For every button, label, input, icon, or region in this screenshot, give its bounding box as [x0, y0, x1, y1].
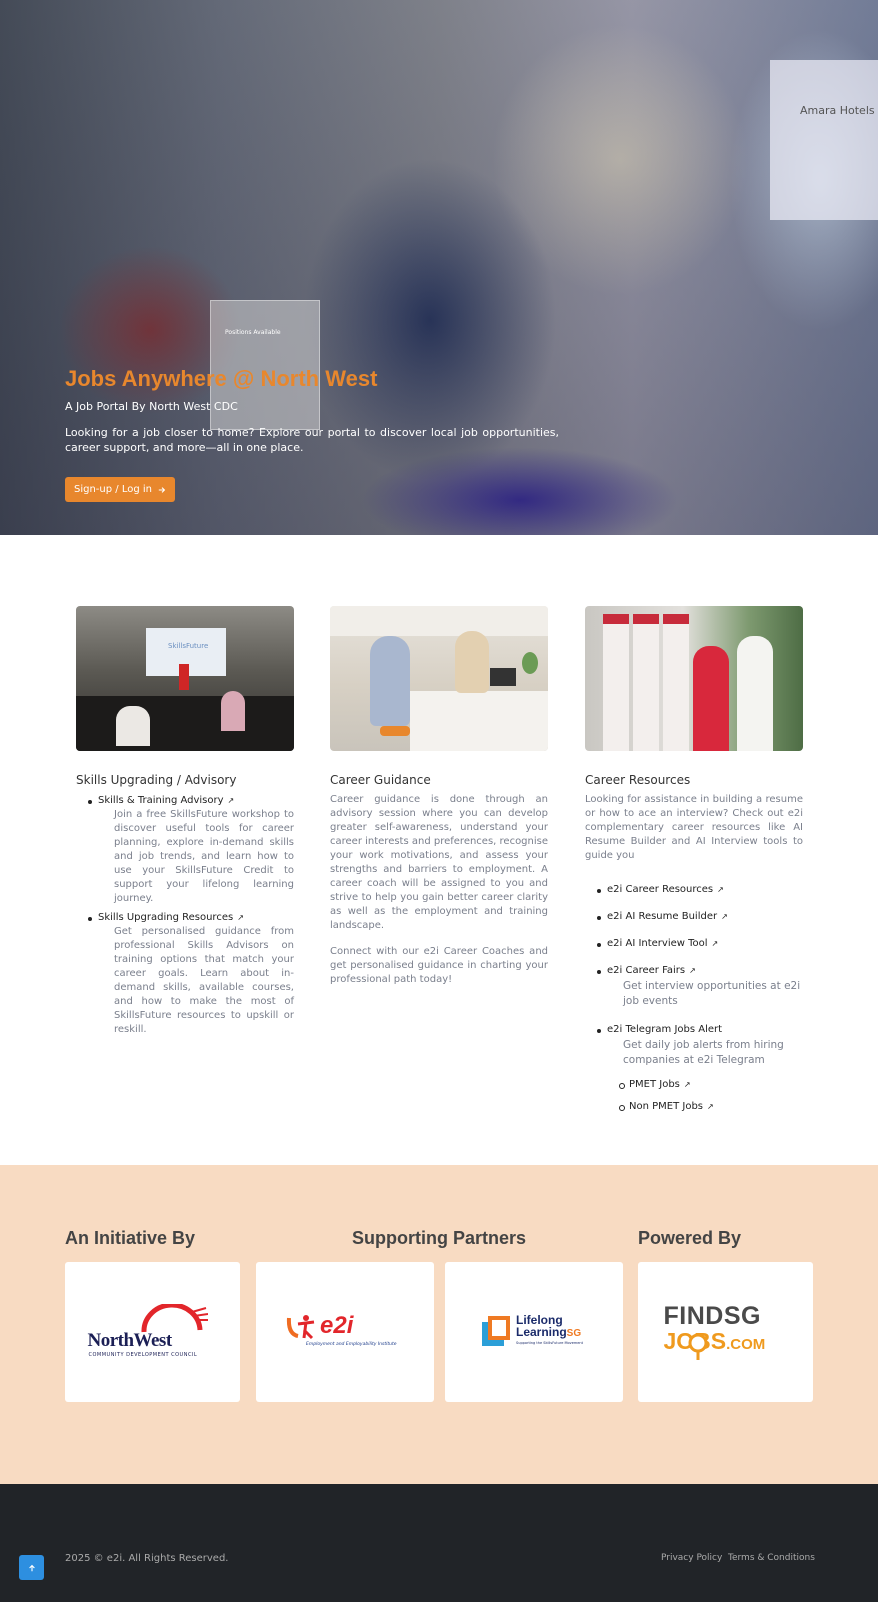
item-description: Get interview opportunities at e2i job e… — [623, 980, 801, 1007]
lifelong-sg: SG — [566, 1328, 582, 1339]
list-item: e2i Career Resources ↗ — [607, 877, 803, 896]
link-e2i-career-fairs[interactable]: e2i Career Fairs ↗ — [607, 965, 696, 976]
hero-subtitle: A Job Portal By North West CDC — [65, 400, 238, 413]
list-item: e2i Telegram Jobs Alert Get daily job al… — [607, 1017, 803, 1113]
e2i-logo-text: e2i — [320, 1312, 354, 1339]
hero-section: Amara Hotels & R Positions Available Job… — [0, 0, 878, 535]
link-label: e2i AI Interview Tool — [607, 938, 708, 949]
item-description: Get personalised guidance from professio… — [114, 926, 294, 1035]
powered-by-heading: Powered By — [638, 1228, 742, 1248]
external-link-icon: ↗ — [683, 1080, 691, 1089]
arrow-up-icon — [28, 1564, 35, 1571]
link-e2i-ai-interview-tool[interactable]: e2i AI Interview Tool ↗ — [607, 938, 718, 949]
link-label: PMET Jobs — [629, 1079, 680, 1090]
hero-description: Looking for a job closer to home? Explor… — [65, 426, 559, 454]
e2i-logo-art: e2i Employment and Employability Institu… — [286, 1312, 404, 1352]
hero-photo-banner-text: Amara Hotels & R — [800, 104, 878, 117]
lifelong-logo-text: Lifelong LearningSG — [516, 1314, 581, 1340]
magnifier-icon — [688, 1333, 707, 1360]
link-skills-upgrading-resources[interactable]: Skills Upgrading Resources ↗ — [88, 912, 294, 923]
privacy-policy-link[interactable]: Privacy Policy — [661, 1553, 722, 1563]
list-item: PMET Jobs ↗ — [629, 1072, 803, 1091]
findsgjobs-logo[interactable]: FINDSG JOBS.COM — [638, 1262, 813, 1402]
card-career-resources: Career Resources Looking for assistance … — [585, 606, 803, 1113]
hero-photo-banner — [770, 60, 878, 220]
skills-workshop-image: SkillsFuture — [76, 606, 294, 751]
external-link-icon: ↗ — [227, 796, 235, 805]
career-resources-image — [585, 606, 803, 751]
hero-photo-sign-title: Positions Available — [225, 329, 281, 336]
item-description: Get daily job alerts from hiring compani… — [623, 1039, 784, 1066]
presentation-screen-text: SkillsFuture — [168, 642, 209, 650]
lifelong-logo-subtext: Supporting the SkillsFuture Movement — [516, 1341, 584, 1345]
e2i-figure-icon — [286, 1315, 315, 1340]
card-title: Skills Upgrading / Advisory — [76, 773, 237, 787]
career-guidance-image — [330, 606, 548, 751]
link-label: e2i AI Resume Builder — [607, 911, 718, 922]
link-pmet-jobs[interactable]: PMET Jobs ↗ — [629, 1079, 691, 1090]
initiative-heading: An Initiative By — [65, 1228, 196, 1248]
telegram-jobs-alert-label: e2i Telegram Jobs Alert — [607, 1024, 723, 1035]
signup-login-label: Sign-up / Log in — [74, 484, 152, 495]
e2i-logo-subtext: Employment and Employability Institute — [306, 1342, 397, 1347]
link-label: e2i Career Resources — [607, 884, 714, 895]
lifelong-book-icon — [482, 1316, 510, 1346]
northwest-cdc-logo-art: NorthWest COMMUNITY DEVELOPMENT COUNCIL — [88, 1304, 218, 1360]
card-title: Career Resources — [585, 773, 691, 787]
list-item: Non PMET Jobs ↗ — [629, 1094, 803, 1113]
northwest-cdc-logo[interactable]: NorthWest COMMUNITY DEVELOPMENT COUNCIL — [65, 1262, 240, 1402]
item-description: Join a free SkillsFuture workshop to dis… — [114, 809, 294, 904]
northwest-logo-text: NorthWest — [87, 1330, 173, 1351]
link-label: e2i Career Fairs — [607, 965, 686, 976]
hero-title: Jobs Anywhere @ North West — [65, 366, 378, 391]
external-link-icon: ↗ — [711, 939, 719, 948]
career-guidance-text: Career guidance is done through an advis… — [330, 794, 549, 931]
link-label: Non PMET Jobs — [629, 1101, 704, 1112]
external-link-icon: ↗ — [717, 885, 724, 894]
findsg-suffix: .COM — [726, 1336, 766, 1353]
list-item: e2i Career Fairs ↗ Get interview opportun… — [607, 958, 803, 1009]
back-to-top-button[interactable] — [19, 1555, 44, 1580]
card-title: Career Guidance — [330, 773, 431, 787]
career-resources-intro: Looking for assistance in building a res… — [585, 794, 803, 861]
external-link-icon: ↗ — [689, 966, 696, 975]
northwest-logo-subtext: COMMUNITY DEVELOPMENT COUNCIL — [88, 1352, 198, 1358]
link-label: Skills Upgrading Resources — [98, 912, 234, 923]
career-guidance-cta-text: Connect with our e2i Career Coaches and … — [330, 946, 548, 985]
lifelong-line2: Learning — [516, 1325, 567, 1339]
card-skills-upgrading: SkillsFuture Skills Upgrading / Advisory… — [76, 606, 294, 1037]
link-label: Skills & Training Advisory — [98, 795, 224, 806]
findsgjobs-logo-art: FINDSG JOBS.COM — [664, 1303, 788, 1361]
list-item: e2i AI Interview Tool ↗ — [607, 931, 803, 950]
arrow-right-icon — [158, 486, 166, 493]
supporting-partners-heading: Supporting Partners — [352, 1228, 527, 1248]
link-e2i-career-resources[interactable]: e2i Career Resources ↗ — [607, 884, 724, 895]
external-link-icon: ↗ — [721, 912, 728, 921]
link-e2i-ai-resume-builder[interactable]: e2i AI Resume Builder ↗ — [607, 911, 728, 922]
findsg-logo-line1: FINDSG — [663, 1302, 761, 1330]
link-skills-training-advisory[interactable]: Skills & Training Advisory ↗ — [88, 795, 294, 806]
terms-conditions-link[interactable]: Terms & Conditions — [728, 1553, 815, 1563]
findsg-logo-line2: JOBS.COM — [664, 1329, 766, 1357]
link-non-pmet-jobs[interactable]: Non PMET Jobs ↗ — [629, 1101, 714, 1112]
external-link-icon: ↗ — [707, 1102, 714, 1111]
lifelong-learning-sg-logo[interactable]: Lifelong LearningSG Supporting the Skill… — [445, 1262, 623, 1402]
signup-login-button[interactable]: Sign-up / Log in — [65, 477, 175, 502]
lifelong-learning-logo-art: Lifelong LearningSG Supporting the Skill… — [480, 1314, 588, 1350]
card-career-guidance: Career Guidance Career guidance is done … — [330, 606, 548, 987]
e2i-logo[interactable]: e2i Employment and Employability Institu… — [256, 1262, 434, 1402]
footer — [0, 1484, 878, 1602]
list-item: e2i AI Resume Builder ↗ — [607, 904, 803, 923]
copyright-text: 2025 © e2i. All Rights Reserved. — [65, 1553, 229, 1564]
external-link-icon: ↗ — [237, 913, 244, 922]
